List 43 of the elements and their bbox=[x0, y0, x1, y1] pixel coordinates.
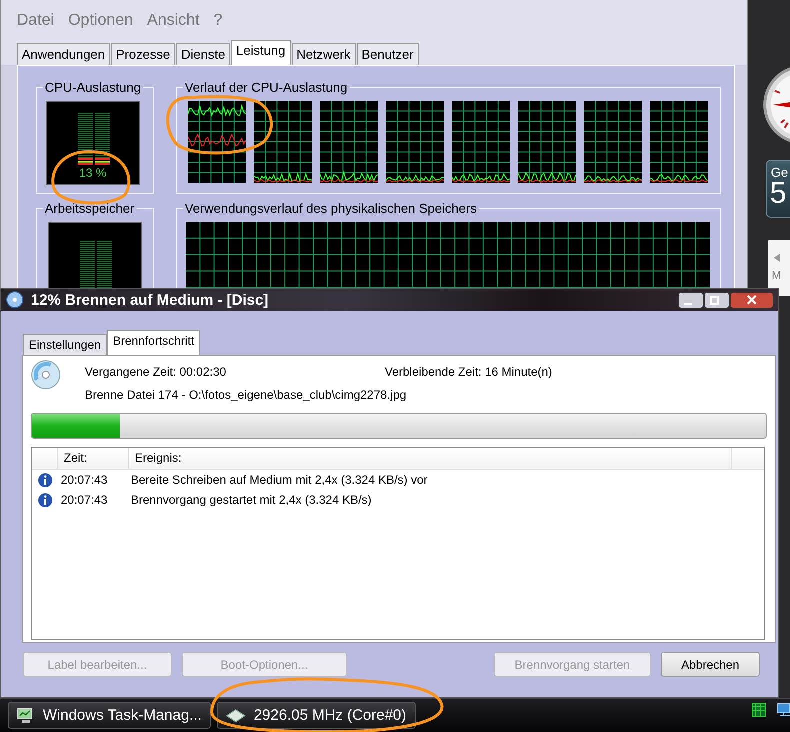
taskbar-label: Windows Task-Manag... bbox=[43, 707, 202, 724]
info-icon bbox=[38, 472, 53, 488]
tab[interactable]: Anwendungen bbox=[17, 43, 110, 65]
tab[interactable]: Dienste bbox=[176, 43, 230, 65]
network-icon[interactable] bbox=[776, 703, 790, 717]
group-title: Arbeitsspeicher bbox=[44, 201, 136, 216]
calendar-day: M bbox=[772, 270, 782, 282]
event-time: 20:07:43 bbox=[61, 473, 109, 487]
tab[interactable]: Leistung bbox=[231, 40, 291, 65]
event-time: 20:07:43 bbox=[61, 493, 109, 507]
elapsed-time: Vergangene Zeit: 00:02:30 bbox=[85, 365, 228, 379]
cpu-reading: 13 % bbox=[78, 166, 108, 180]
minimize-button[interactable] bbox=[678, 292, 704, 308]
disc-icon bbox=[31, 360, 61, 390]
tab[interactable]: Einstellungen bbox=[23, 334, 108, 355]
column-header[interactable]: Zeit: bbox=[58, 448, 129, 469]
tab[interactable]: Netzwerk bbox=[292, 43, 356, 65]
taskbar-button[interactable]: 2926.05 MHz (Core#0) bbox=[216, 702, 416, 729]
tab[interactable]: Prozesse bbox=[111, 43, 176, 65]
dialog-button[interactable]: Abbrechen bbox=[661, 652, 760, 677]
diamond-icon bbox=[226, 708, 246, 722]
left-arrow-icon[interactable] bbox=[774, 254, 780, 262]
event-message: Bereite Schreiben auf Medium mit 2,4x (3.324 KB/s) vor bbox=[131, 473, 428, 487]
tray-meter-icon[interactable] bbox=[752, 703, 766, 717]
window-title: 12% Brennen auf Medium - [Disc] bbox=[31, 292, 270, 308]
event-message: Brennvorgang gestartet mit 2,4x (3.324 KB/s) bbox=[131, 493, 372, 507]
tab[interactable]: Benutzer bbox=[356, 43, 419, 65]
group-title: Verlauf der CPU-Auslastung bbox=[184, 80, 349, 95]
current-file: Brenne Datei 174 - O:\fotos_eigene\base_club\cimg2278.jpg bbox=[85, 388, 408, 402]
taskbar-button[interactable]: Windows Task-Manag... bbox=[8, 702, 211, 729]
close-button[interactable] bbox=[730, 292, 774, 308]
remaining-time: Verbleibende Zeit: 16 Minute(n) bbox=[385, 365, 554, 379]
disc-globe-icon bbox=[5, 291, 25, 309]
group-title: Verwendungsverlauf des physikalischen Speichers bbox=[184, 201, 478, 216]
weather-value: 5 bbox=[769, 180, 787, 208]
column-header[interactable]: Ereignis: bbox=[129, 448, 732, 469]
weather-label: Ge bbox=[770, 164, 790, 180]
maximize-button[interactable] bbox=[704, 292, 730, 308]
group-title: CPU-Auslastung bbox=[44, 80, 142, 95]
taskbar-label: 2926.05 MHz (Core#0) bbox=[254, 707, 407, 724]
tab[interactable]: Brennfortschritt bbox=[107, 330, 200, 355]
monitor-icon bbox=[17, 708, 35, 724]
info-icon bbox=[38, 492, 53, 508]
